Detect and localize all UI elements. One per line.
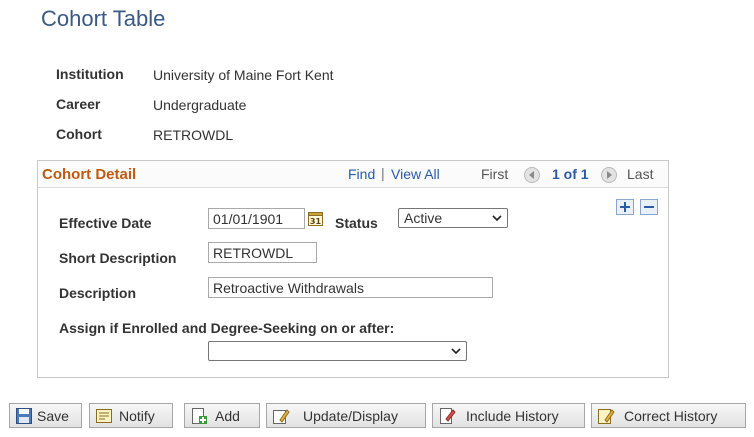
- status-selected-value: Active: [404, 210, 443, 226]
- panel-title: Cohort Detail: [42, 166, 137, 183]
- cohort-value: RETROWDL: [153, 127, 234, 143]
- description-label: Description: [59, 285, 137, 301]
- history-icon: [440, 408, 456, 424]
- add-row-button[interactable]: [616, 199, 634, 215]
- add-button-label: Add: [215, 408, 240, 424]
- short-description-label: Short Description: [59, 250, 177, 266]
- pencil-icon: [273, 409, 290, 424]
- assign-date-select[interactable]: [208, 341, 467, 361]
- save-button[interactable]: Save: [9, 403, 82, 428]
- cohort-detail-panel: Cohort Detail Find | View All First 1 of…: [37, 160, 669, 378]
- last-label: Last: [627, 166, 654, 182]
- add-button[interactable]: Add: [184, 403, 260, 428]
- institution-value: University of Maine Fort Kent: [153, 67, 334, 83]
- correct-history-button-label: Correct History: [624, 408, 718, 424]
- calendar-button[interactable]: 31: [308, 211, 323, 226]
- notify-button[interactable]: Notify: [89, 403, 173, 428]
- assign-date-label: Assign if Enrolled and Degree-Seeking on…: [59, 320, 395, 336]
- find-link[interactable]: Find: [348, 166, 375, 182]
- nav-separator: |: [381, 165, 385, 181]
- chevron-right-icon: [607, 171, 612, 179]
- delete-row-button[interactable]: [640, 199, 658, 215]
- add-document-icon: [192, 408, 207, 424]
- short-description-input[interactable]: [208, 242, 317, 263]
- note-icon: [96, 409, 112, 423]
- career-value: Undergraduate: [153, 97, 247, 113]
- career-label: Career: [56, 96, 101, 112]
- plus-icon: [620, 202, 630, 212]
- save-button-label: Save: [37, 408, 69, 424]
- update-display-button-label: Update/Display: [303, 408, 398, 424]
- effective-date-label: Effective Date: [59, 215, 152, 231]
- panel-header: Cohort Detail Find | View All First 1 of…: [38, 161, 668, 188]
- status-label: Status: [335, 215, 378, 231]
- include-history-button[interactable]: Include History: [432, 403, 585, 428]
- row-count: 1 of 1: [552, 166, 589, 182]
- chevron-down-icon: [492, 215, 502, 222]
- calendar-icon: 31: [308, 212, 323, 226]
- previous-row-button[interactable]: [524, 167, 540, 183]
- correct-history-icon: [598, 409, 615, 424]
- include-history-button-label: Include History: [466, 408, 559, 424]
- status-select[interactable]: Active: [398, 208, 508, 228]
- chevron-left-icon: [529, 171, 534, 179]
- effective-date-input[interactable]: [208, 208, 305, 229]
- floppy-disk-icon: [16, 408, 32, 424]
- first-label: First: [481, 166, 509, 182]
- minus-icon: [644, 206, 654, 208]
- institution-label: Institution: [56, 66, 124, 82]
- next-row-button[interactable]: [601, 167, 617, 183]
- svg-text:31: 31: [310, 217, 322, 226]
- correct-history-button[interactable]: Correct History: [591, 403, 746, 428]
- description-input[interactable]: [208, 277, 493, 298]
- view-all-link[interactable]: View All: [391, 166, 440, 182]
- page-title: Cohort Table: [41, 6, 166, 31]
- notify-button-label: Notify: [119, 408, 155, 424]
- chevron-down-icon: [451, 348, 461, 355]
- cohort-label: Cohort: [56, 126, 102, 142]
- update-display-button[interactable]: Update/Display: [266, 403, 426, 428]
